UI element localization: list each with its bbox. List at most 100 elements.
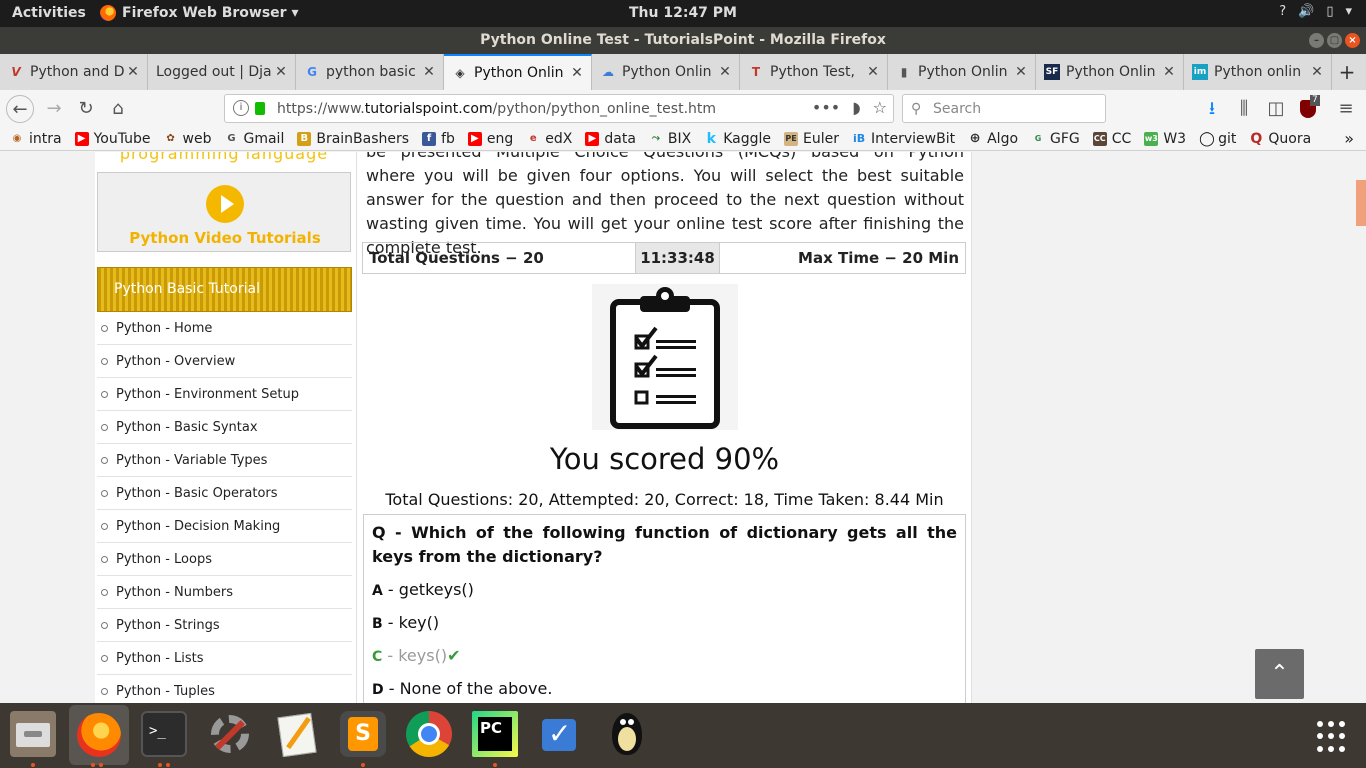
bookmark-edx[interactable]: e edX xyxy=(526,131,573,147)
menu-hamburger-icon[interactable]: ≡ xyxy=(1332,95,1360,123)
sidebar-item-home[interactable]: Python - Home xyxy=(97,312,352,345)
bookmark-fb[interactable]: f fb xyxy=(422,131,455,147)
pycharm-icon[interactable]: PC xyxy=(472,711,518,757)
bookmark-kaggle[interactable]: k Kaggle xyxy=(704,131,771,147)
tab-python-online-3[interactable]: ▮ Python Onlin ✕ xyxy=(888,54,1036,90)
app-menu[interactable]: Firefox Web Browser ▾ xyxy=(100,5,298,21)
tab-python-online-5[interactable]: im Python onlin ✕ xyxy=(1184,54,1332,90)
scroll-to-top-button[interactable]: ⌃ xyxy=(1255,649,1304,699)
downloads-icon[interactable]: ⭳ xyxy=(1198,95,1226,123)
lock-icon xyxy=(255,102,265,115)
tab-close-icon[interactable]: ✕ xyxy=(421,64,437,80)
bookmark-w3[interactable]: w3 W3 xyxy=(1144,131,1186,147)
sidebar-item-lists[interactable]: Python - Lists xyxy=(97,642,352,675)
new-tab-button[interactable]: + xyxy=(1332,54,1362,90)
maximize-button[interactable]: ▢ xyxy=(1327,33,1342,48)
system-tray[interactable]: ? 🔊 ▯ ▾ xyxy=(1279,4,1352,19)
tab-python-online-2[interactable]: ☁ Python Onlin ✕ xyxy=(592,54,740,90)
firefox-dock-icon[interactable] xyxy=(69,705,129,765)
bookmark-youtube[interactable]: ▶ YouTube xyxy=(74,131,151,147)
sidebar-item-basic-syntax[interactable]: Python - Basic Syntax xyxy=(97,411,352,444)
tab-python-test[interactable]: T Python Test, ✕ xyxy=(740,54,888,90)
tab-close-icon[interactable]: ✕ xyxy=(569,65,585,81)
battery-icon[interactable]: ▯ xyxy=(1326,4,1333,19)
tab-title: Python and D xyxy=(30,64,125,80)
system-menu-chevron-icon[interactable]: ▾ xyxy=(1345,4,1352,19)
python-video-tutorials-link[interactable]: Python Video Tutorials xyxy=(97,172,351,252)
sidebar-icon[interactable]: ◫ xyxy=(1262,95,1290,123)
bookmark-git[interactable]: ◯ git xyxy=(1199,131,1236,147)
search-bar[interactable]: ⚲ Search xyxy=(902,94,1106,123)
sidebar-item-decision-making[interactable]: Python - Decision Making xyxy=(97,510,352,543)
bookmark-gmail[interactable]: G Gmail xyxy=(224,131,284,147)
tab-close-icon[interactable]: ✕ xyxy=(1013,64,1029,80)
sidebar-item-basic-operators[interactable]: Python - Basic Operators xyxy=(97,477,352,510)
ublock-icon[interactable]: 7 xyxy=(1294,95,1322,123)
bookmark-data[interactable]: ▶ data xyxy=(585,131,636,147)
tab-python-online-test-active[interactable]: ◈ Python Onlin ✕ xyxy=(444,54,592,90)
url-text: https://www.tutorialspoint.com/python/py… xyxy=(277,101,717,117)
question-text: Q - Which of the following function of d… xyxy=(372,523,958,566)
window-title: Python Online Test - TutorialsPoint - Mo… xyxy=(480,32,886,48)
show-applications-icon[interactable] xyxy=(1317,721,1349,753)
bookmarks-overflow-chevron-icon[interactable]: » xyxy=(1344,129,1354,148)
tab-logged-out[interactable]: Logged out | Dja ✕ xyxy=(148,54,296,90)
tab-close-icon[interactable]: ✕ xyxy=(273,64,289,80)
home-button[interactable]: ⌂ xyxy=(104,95,132,123)
tab-close-icon[interactable]: ✕ xyxy=(865,64,881,80)
tab-title: Python Onlin xyxy=(474,65,564,81)
url-bar[interactable]: i https://www.tutorialspoint.com/python/… xyxy=(224,94,894,123)
clock[interactable]: Thu 12:47 PM xyxy=(629,5,737,21)
sidebar-item-loops[interactable]: Python - Loops xyxy=(97,543,352,576)
bookmark-star-icon[interactable]: ☆ xyxy=(873,98,887,117)
tab-close-icon[interactable]: ✕ xyxy=(717,64,733,80)
help-icon[interactable]: ? xyxy=(1279,4,1286,19)
back-button[interactable]: ← xyxy=(6,95,34,123)
max-time-label: Max Time − 20 Min xyxy=(798,249,959,267)
bullet-icon xyxy=(101,687,108,695)
tab-close-icon[interactable]: ✕ xyxy=(125,64,141,80)
terminal-icon[interactable]: >_ xyxy=(141,711,187,757)
info-icon[interactable]: i xyxy=(233,100,249,116)
bookmark-web[interactable]: ✿ web xyxy=(164,131,211,147)
sidebar-item-strings[interactable]: Python - Strings xyxy=(97,609,352,642)
reload-button[interactable]: ↻ xyxy=(72,95,100,123)
bookmark-brainbashers[interactable]: B BrainBashers xyxy=(297,131,409,147)
minimize-button[interactable]: – xyxy=(1309,33,1324,48)
tab-python-basic[interactable]: G python basic ✕ xyxy=(296,54,444,90)
bookmark-quora[interactable]: Q Quora xyxy=(1249,131,1311,147)
tab-close-icon[interactable]: ✕ xyxy=(1309,64,1325,80)
settings-tools-icon[interactable] xyxy=(207,711,253,757)
forward-button[interactable]: → xyxy=(40,95,68,123)
bookmark-intra[interactable]: ◉ intra xyxy=(10,131,62,147)
tab-python-online-4[interactable]: SF Python Onlin ✕ xyxy=(1036,54,1184,90)
chrome-icon[interactable] xyxy=(406,711,452,757)
close-window-button[interactable]: × xyxy=(1345,33,1360,48)
sidebar-item-variable-types[interactable]: Python - Variable Types xyxy=(97,444,352,477)
page-actions-icon[interactable]: ••• xyxy=(812,98,840,117)
bookmark-interviewbit[interactable]: iB InterviewBit xyxy=(852,131,955,147)
bookmark-euler[interactable]: PE Euler xyxy=(784,131,839,147)
sidebar-item-environment-setup[interactable]: Python - Environment Setup xyxy=(97,378,352,411)
text-editor-icon[interactable] xyxy=(274,711,320,758)
penguin-app-icon[interactable] xyxy=(604,711,650,757)
activities-button[interactable]: Activities xyxy=(12,5,86,21)
bookmark-eng[interactable]: ▶ eng xyxy=(467,131,513,147)
volume-icon[interactable]: 🔊 xyxy=(1298,4,1314,19)
files-icon[interactable] xyxy=(10,711,56,757)
tab-close-icon[interactable]: ✕ xyxy=(1161,64,1177,80)
sidebar-item-overview[interactable]: Python - Overview xyxy=(97,345,352,378)
bookmark-bix[interactable]: ⤳ BIX xyxy=(649,131,691,147)
pocket-icon[interactable]: ◗ xyxy=(852,98,860,117)
bookmark-cc[interactable]: CC CC xyxy=(1092,131,1131,147)
sidebar-item-numbers[interactable]: Python - Numbers xyxy=(97,576,352,609)
tab-title: Python Onlin xyxy=(1066,64,1156,80)
bookmark-gfg[interactable]: G GFG xyxy=(1031,131,1080,147)
tasks-checkbox-icon[interactable]: ✓ xyxy=(538,711,584,757)
sublime-text-icon[interactable]: S xyxy=(340,711,386,757)
page-scrollbar-thumb[interactable] xyxy=(1356,180,1366,226)
tab-python-and-d[interactable]: V Python and D ✕ xyxy=(0,54,148,90)
library-icon[interactable]: ⫼ xyxy=(1230,95,1258,123)
bookmark-algo[interactable]: ⊕ Algo xyxy=(968,131,1018,147)
sidebar-item-tuples[interactable]: Python - Tuples xyxy=(97,675,352,703)
